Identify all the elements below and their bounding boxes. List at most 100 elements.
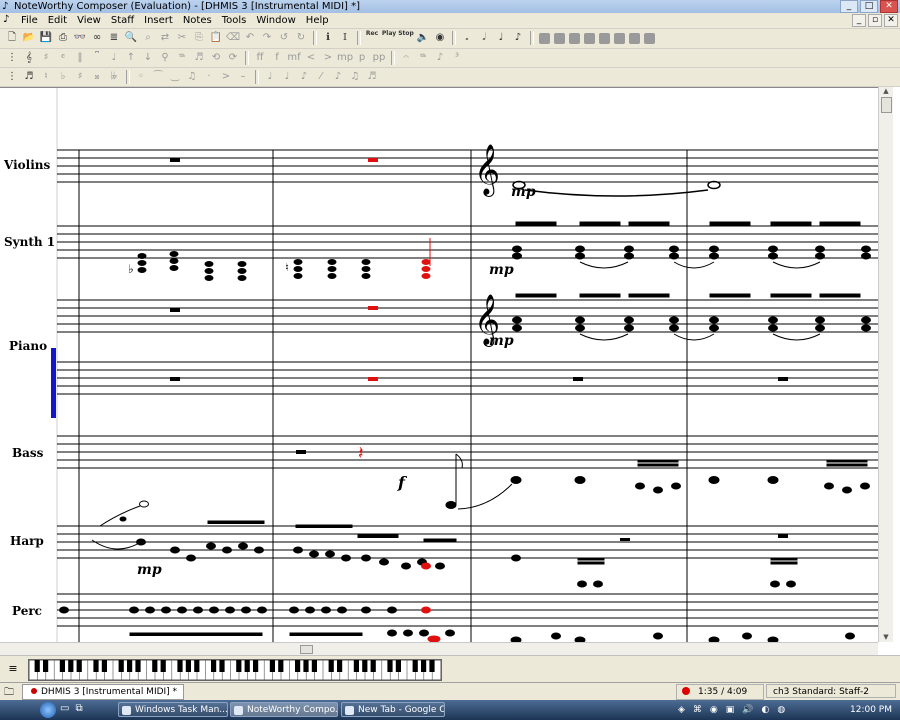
slash-icon[interactable]: ⁄ — [313, 69, 329, 85]
beam-icon[interactable]: ♫ — [184, 69, 200, 85]
decrescendo-icon[interactable]: > — [320, 50, 336, 66]
grace-note-icon[interactable]: ♪ — [296, 69, 312, 85]
stem-up-icon[interactable]: ♩ — [262, 69, 278, 85]
piano-keyboard[interactable] — [28, 659, 442, 681]
triplet-note-icon[interactable]: ♫ — [347, 69, 363, 85]
dyn-pp-icon[interactable]: pp — [371, 50, 387, 66]
network-icon[interactable]: ⌘ — [693, 702, 702, 718]
flow-icon[interactable]: ⟲ — [208, 50, 224, 66]
menu-window[interactable]: Window — [251, 13, 300, 28]
dyn-ff-icon[interactable]: ff — [252, 50, 268, 66]
info-icon[interactable]: ℹ — [320, 30, 336, 46]
rest-whole-icon[interactable] — [539, 32, 550, 44]
rest-dotted-icon[interactable] — [644, 32, 655, 44]
document-icon[interactable]: ♪ — [3, 14, 9, 25]
staccato-icon[interactable]: · — [201, 69, 217, 85]
cut-icon[interactable]: ✂ — [174, 30, 190, 46]
dyn-mf-icon[interactable]: mf — [286, 50, 302, 66]
note-tool-icon[interactable]: ♬ — [21, 69, 37, 85]
score-editor[interactable]: 𝄞 𝄞 ♭ ♮ 𝄽 mp mp mp f mp Violins Synth 1 … — [0, 87, 878, 643]
zoom-icon[interactable]: 🔍 — [123, 30, 139, 46]
paste-icon[interactable]: 📋 — [208, 30, 224, 46]
menu-file[interactable]: File — [16, 13, 43, 28]
maximize-button[interactable]: □ — [860, 0, 878, 13]
staff-props-icon[interactable]: ≣ — [106, 30, 122, 46]
close-button[interactable]: ✕ — [880, 0, 898, 13]
up-icon[interactable]: ↑ — [123, 50, 139, 66]
undo-arrow-icon[interactable]: ↺ — [276, 30, 292, 46]
find-icon[interactable]: ⌕ — [140, 30, 156, 46]
rest-16th-icon[interactable] — [599, 32, 610, 44]
viewer-icon[interactable]: 👓 — [72, 30, 88, 46]
staff-label-perc[interactable]: Perc — [12, 604, 42, 618]
menu-view[interactable]: View — [72, 13, 106, 28]
horizontal-scroll-thumb[interactable] — [300, 645, 313, 654]
record-button[interactable]: Rec — [364, 30, 380, 46]
tray-icon[interactable]: ◍ — [777, 702, 785, 718]
midi-icon[interactable]: ◉ — [432, 30, 448, 46]
dot-icon[interactable]: ◦ — [133, 69, 149, 85]
staff-piano-lower[interactable] — [57, 361, 878, 395]
task-button-task-manager[interactable]: Windows Task Man... — [118, 702, 228, 717]
piano-keys[interactable] — [28, 659, 442, 681]
vertical-scroll-thumb[interactable] — [881, 97, 892, 113]
staff-violins[interactable] — [57, 149, 878, 183]
sharp-icon[interactable]: ♯ — [72, 69, 88, 85]
vertical-scrollbar[interactable]: ▲ ▼ — [878, 87, 893, 642]
quarter-note-icon[interactable]: ♩ — [493, 30, 509, 46]
rest-quarter-icon[interactable] — [569, 32, 580, 44]
slur-icon[interactable]: ‿ — [167, 69, 183, 85]
flat-icon[interactable]: ♭ — [55, 69, 71, 85]
sustain-icon[interactable]: 𝆮 — [174, 50, 190, 66]
whole-note-icon[interactable]: 𝅗 — [459, 30, 475, 46]
natural-icon[interactable]: ♮ — [38, 69, 54, 85]
clef-icon[interactable]: 𝄞 — [21, 50, 37, 66]
menu-notes[interactable]: Notes — [178, 13, 217, 28]
staff-label-bass[interactable]: Bass — [12, 446, 43, 460]
double-flat-icon[interactable]: 𝄫 — [106, 69, 122, 85]
accent-icon[interactable]: > — [218, 69, 234, 85]
lyrics-icon[interactable]: 𝕀 — [337, 30, 353, 46]
print-icon[interactable]: ⎙ — [55, 30, 71, 46]
dyn-p-icon[interactable]: p — [354, 50, 370, 66]
redo-icon[interactable]: ↷ — [259, 30, 275, 46]
down-icon[interactable]: ↓ — [140, 50, 156, 66]
special-icon[interactable]: ⟳ — [225, 50, 241, 66]
copy-icon[interactable]: ⎘ — [191, 30, 207, 46]
split-icon[interactable]: ♬ — [364, 69, 380, 85]
grace-icon[interactable]: ♪ — [432, 50, 448, 66]
show-desktop-icon[interactable]: ▭ — [60, 703, 69, 714]
half-note-icon[interactable]: 𝅗𝅥 — [476, 30, 492, 46]
stem-down-icon[interactable]: ♩ — [279, 69, 295, 85]
horizontal-scrollbar[interactable] — [0, 642, 878, 655]
scroll-up-icon[interactable]: ▲ — [879, 87, 893, 96]
doc-close-button[interactable]: ✕ — [884, 14, 898, 27]
staff-label-harp[interactable]: Harp — [10, 534, 44, 548]
tenuto-icon[interactable]: – — [235, 69, 251, 85]
redo-arrow-icon[interactable]: ↻ — [293, 30, 309, 46]
doc-minimize-button[interactable]: _ — [852, 14, 866, 27]
doc-restore-button[interactable]: ▫ — [868, 14, 882, 27]
switch-windows-icon[interactable]: ⧉ — [75, 703, 82, 714]
scroll-down-icon[interactable]: ▼ — [879, 633, 893, 642]
task-button-noteworthy[interactable]: NoteWorthy Compo... — [230, 702, 338, 717]
eighth-note-icon[interactable]: ♪ — [510, 30, 526, 46]
keyboard-toggle-icon[interactable]: ≡ — [5, 661, 21, 677]
menu-staff[interactable]: Staff — [106, 13, 139, 28]
tempo-icon[interactable]: ♩ — [106, 50, 122, 66]
tray-icon[interactable]: ◉ — [710, 702, 718, 718]
open-icon[interactable]: 📂 — [21, 30, 37, 46]
dyn-f-icon[interactable]: f — [269, 50, 285, 66]
triplet-icon[interactable]: ³ — [449, 50, 465, 66]
staff-label-piano[interactable]: Piano — [9, 339, 47, 353]
rest-eighth-icon[interactable] — [584, 32, 595, 44]
menu-help[interactable]: Help — [301, 13, 334, 28]
ending-icon[interactable]: ⎴ — [89, 50, 105, 66]
stop-button[interactable]: Stop — [398, 30, 414, 46]
staff-bass[interactable] — [57, 435, 878, 469]
tie-icon[interactable]: ⁀ — [150, 69, 166, 85]
staff-synth[interactable] — [57, 225, 878, 259]
fermata-icon[interactable]: 𝄐 — [398, 50, 414, 66]
staff-harp[interactable] — [57, 525, 878, 559]
tray-icon[interactable]: ▣ — [726, 702, 735, 718]
